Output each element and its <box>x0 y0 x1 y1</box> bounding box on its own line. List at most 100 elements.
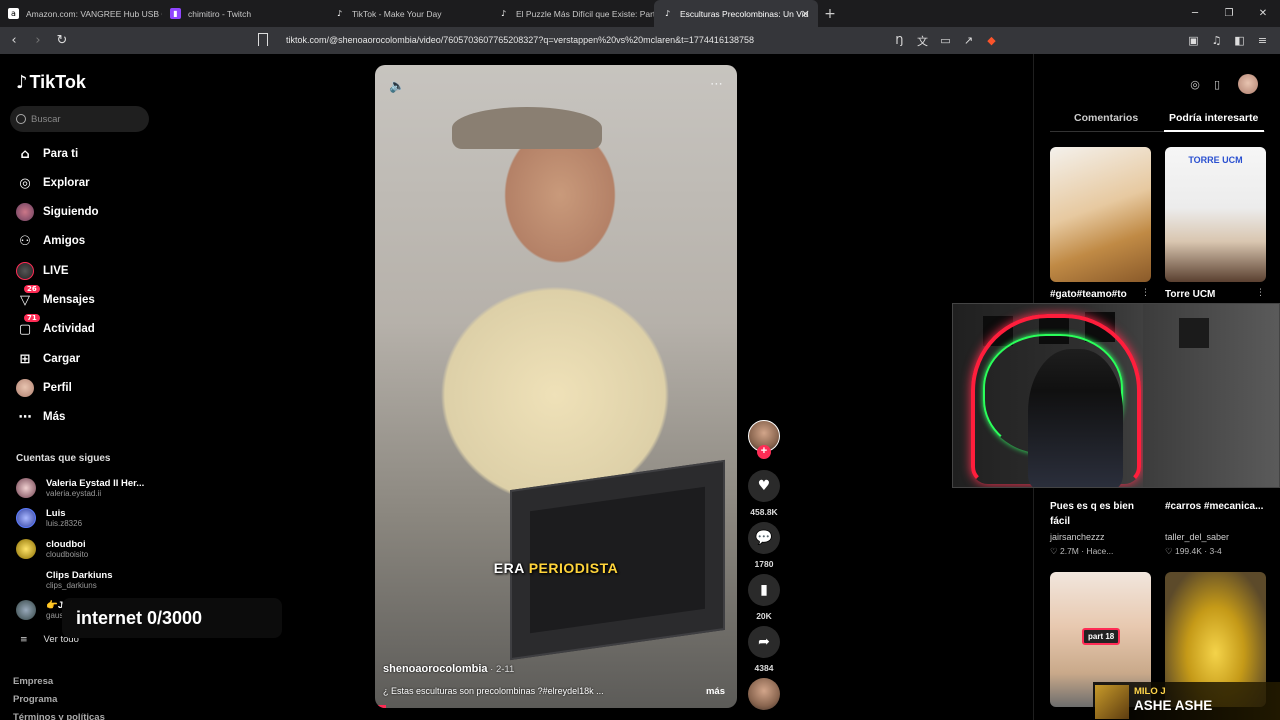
account-handle: cloudboisito <box>46 550 89 559</box>
list-icon: ≡ <box>20 634 28 645</box>
avatar <box>16 508 36 528</box>
streamer <box>1028 349 1123 487</box>
author-name: shenoaorocolombia <box>383 663 488 675</box>
now-playing-artist: MILO J <box>1134 686 1166 697</box>
sidebar-item-mensajes[interactable]: ▽ 26 Mensajes <box>16 285 95 311</box>
avatar[interactable] <box>1238 74 1258 94</box>
sidebar-item-mas[interactable]: ⋯ Más <box>16 406 66 428</box>
video-author[interactable]: shenoaorocolombia · 2-11 <box>383 663 514 675</box>
followed-account[interactable]: Luis luis.z8326 <box>16 503 82 533</box>
music-icon[interactable]: ♫ <box>1205 34 1228 47</box>
background-door <box>1143 304 1279 487</box>
thumbnail-caption: part 18 <box>1082 628 1121 645</box>
suggested-video-thumbnail[interactable]: TORRE UCM <box>1165 147 1266 282</box>
suggested-video-author[interactable]: taller_del_saber <box>1165 532 1229 542</box>
comment-count: 1780 <box>754 559 774 569</box>
wallet-icon[interactable]: ▣ <box>1182 34 1205 47</box>
cast-icon[interactable]: ▭ <box>934 34 957 47</box>
more-options-icon[interactable]: ⋯ <box>710 77 723 92</box>
tab-tiktok-home[interactable]: ♪ TikTok - Make Your Day <box>326 0 490 27</box>
back-icon[interactable]: ‹ <box>4 33 24 48</box>
activity-badge: 71 <box>24 314 40 322</box>
tab-esculturas[interactable]: ♪ Esculturas Precolombinas: Un Vid × <box>654 0 818 27</box>
share-button[interactable]: ➦ <box>748 626 780 658</box>
more-icon: ⋯ <box>18 409 32 425</box>
video-progress-bar[interactable] <box>375 705 386 708</box>
sidebar-item-perfil[interactable]: Perfil <box>16 377 72 399</box>
footer-link-programa[interactable]: Programa <box>13 694 57 705</box>
suggested-video-title[interactable]: Torre UCM <box>1165 287 1265 302</box>
followed-account[interactable]: Clips Darkiuns clips_darkiuns <box>16 565 113 595</box>
bookmark-icon[interactable] <box>258 33 268 46</box>
compass-icon: ◎ <box>19 175 31 191</box>
address-bar: ‹ › ↻ tiktok.com/@shenoaorocolombia/vide… <box>0 27 1280 54</box>
volume-icon[interactable]: 🔈 <box>389 79 405 94</box>
brave-shield-icon[interactable]: ◆ <box>980 34 1003 47</box>
more-link[interactable]: más <box>706 686 725 697</box>
sidebar-item-cargar[interactable]: ⊞ Cargar <box>16 348 81 370</box>
translate-icon[interactable]: 文 <box>911 33 934 49</box>
tab-podria-interesarte[interactable]: Podría interesarte <box>1169 112 1258 124</box>
follow-plus-icon[interactable]: + <box>757 445 771 459</box>
bookmark-icon: ▮ <box>760 582 768 598</box>
sidebar-item-actividad[interactable]: ▢ 71 Actividad <box>16 314 95 340</box>
restore-icon[interactable]: ❐ <box>1212 0 1246 27</box>
suggested-video-author[interactable]: jairsanchezzz <box>1050 532 1105 542</box>
account-handle: clips_darkiuns <box>46 581 97 590</box>
reload-icon[interactable]: ↻ <box>52 33 72 48</box>
account-name: cloudboi <box>46 539 86 550</box>
tab-title: El Puzzle Más Difícil que Existe: Parte <box>516 8 654 19</box>
reader-icon[interactable]: Ŋ <box>888 34 911 47</box>
tab-comentarios[interactable]: Comentarios <box>1074 112 1138 124</box>
tiktok-logo[interactable]: ♪ TikTok <box>16 72 86 93</box>
close-tab-icon[interactable]: × <box>801 7 810 20</box>
followed-account[interactable]: cloudboi cloudboisito <box>16 534 88 564</box>
share-icon[interactable]: ↗ <box>957 34 980 47</box>
followed-account[interactable]: Valeria Eystad II Her... valeria.eystad.i… <box>16 473 144 503</box>
sidebar-item-explorar[interactable]: ◎ Explorar <box>16 172 89 194</box>
search-input[interactable]: Buscar <box>10 106 149 132</box>
sidebar-toggle-icon[interactable]: ◧ <box>1228 34 1251 47</box>
suggested-video-title[interactable]: #carros #mecanica... <box>1165 499 1265 514</box>
device-icon[interactable]: ▯ <box>1206 78 1228 91</box>
footer-link-terminos[interactable]: Términos y políticas <box>13 712 105 720</box>
tab-puzzle[interactable]: ♪ El Puzzle Más Difícil que Existe: Part… <box>490 0 654 27</box>
new-tab-button[interactable]: + <box>818 6 842 22</box>
right-panel-icons: ◎ ▯ <box>1184 74 1258 94</box>
suggested-video-title[interactable]: Pues es q es bien fácil <box>1050 499 1150 529</box>
more-options-icon[interactable]: ⋮ <box>1141 288 1150 298</box>
tab-amazon[interactable]: a Amazon.com: VANGREE Hub USB C, <box>0 0 162 27</box>
music-disc-avatar[interactable] <box>748 678 780 710</box>
minimize-icon[interactable]: ─ <box>1178 0 1212 27</box>
video-player[interactable]: 🔈 ⋯ ERA PERIODISTA shenoaorocolombia · 2… <box>375 65 737 708</box>
following-section-title: Cuentas que sigues <box>16 453 111 464</box>
forward-icon[interactable]: › <box>28 33 48 48</box>
now-playing-overlay: MILO J ASHE ASHE <box>1093 682 1280 720</box>
sidebar-item-siguiendo[interactable]: Siguiendo <box>16 201 99 223</box>
sidebar-item-label: Amigos <box>43 235 86 247</box>
sidebar-item-live[interactable]: LIVE <box>16 260 69 282</box>
brand-name: TikTok <box>29 72 86 92</box>
profile-icon <box>16 379 34 397</box>
footer-link-empresa[interactable]: Empresa <box>13 676 53 687</box>
avatar <box>16 570 36 590</box>
friends-icon: ⚇ <box>19 233 31 249</box>
stream-counter-overlay: internet 0/3000 <box>62 598 282 638</box>
suggested-video-thumbnail[interactable] <box>1050 147 1151 282</box>
save-button[interactable]: ▮ <box>748 574 780 606</box>
url-field[interactable]: tiktok.com/@shenoaorocolombia/video/7605… <box>286 27 754 54</box>
suggested-video-title[interactable]: #gato#teamo#to <box>1050 287 1150 302</box>
like-button[interactable]: ♥ <box>748 470 780 502</box>
more-options-icon[interactable]: ⋮ <box>1256 288 1265 298</box>
tiktok-icon: ♪ <box>500 9 507 18</box>
explore-icon[interactable]: ◎ <box>1184 78 1206 91</box>
tiktok-logo-icon: ♪ <box>16 72 28 93</box>
address-bar-actions: Ŋ 文 ▭ ↗ ◆ <box>888 27 1003 54</box>
sidebar-item-para-ti[interactable]: ⌂ Para ti <box>16 143 78 165</box>
close-window-icon[interactable]: ✕ <box>1246 0 1280 27</box>
sidebar-item-amigos[interactable]: ⚇ Amigos <box>16 230 85 252</box>
tab-twitch[interactable]: ▮ chimitiro - Twitch <box>162 0 326 27</box>
search-icon <box>16 114 26 124</box>
menu-icon[interactable]: ≡ <box>1251 34 1274 47</box>
comment-button[interactable]: 💬 <box>748 522 780 554</box>
